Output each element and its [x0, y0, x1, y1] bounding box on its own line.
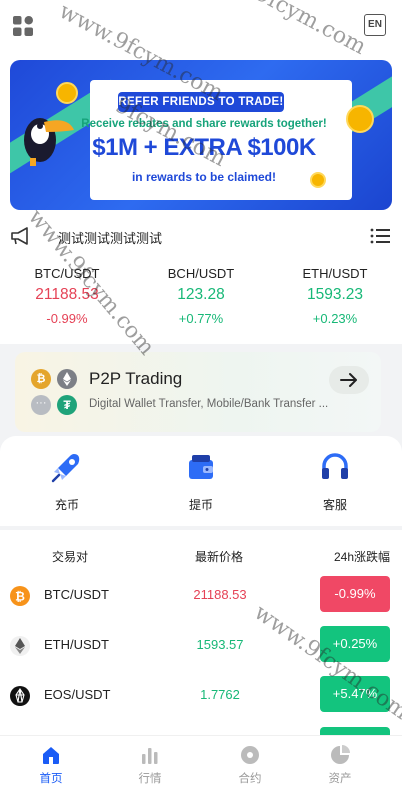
- arrow-right-icon[interactable]: [329, 366, 369, 394]
- home-icon: [43, 747, 59, 764]
- tab-market[interactable]: 行情: [100, 744, 200, 786]
- promo-banner[interactable]: REFER FRIENDS TO TRADE! Receive rebates …: [10, 60, 392, 210]
- eth-coin-icon: [57, 369, 77, 389]
- row-pair: ETH/USDT: [44, 637, 109, 652]
- market-row[interactable]: ₿ BTC/USDT 21188.53 -0.99%: [0, 571, 402, 621]
- ticker-price: 1593.23: [306, 286, 364, 303]
- row-change-badge-partial: [320, 727, 390, 735]
- ticker-price: 123.28: [177, 286, 225, 303]
- tab-label: 行情: [138, 773, 162, 785]
- btc-icon: ₿: [10, 586, 30, 606]
- pie-icon: [331, 745, 350, 764]
- language-button[interactable]: EN: [364, 14, 386, 36]
- deposit-label: 充币: [54, 498, 79, 512]
- header-change: 24h涨跌幅: [334, 550, 391, 564]
- p2p-title: P2P Trading: [89, 369, 183, 388]
- ticker-pair: ETH/USDT: [302, 266, 368, 281]
- banner-section: REFER FRIENDS TO TRADE! Receive rebates …: [0, 52, 402, 218]
- megaphone-icon: [11, 227, 28, 245]
- p2p-subtitle: Digital Wallet Transfer, Mobile/Bank Tra…: [89, 398, 329, 410]
- row-pair: EOS/USDT: [44, 687, 111, 702]
- toucan-mascot-icon: [24, 118, 74, 166]
- eth-icon: [10, 636, 30, 656]
- notice-text: 测试测试测试测试: [58, 231, 163, 246]
- ticker-card[interactable]: BTC/USDT 21188.53 -0.99%: [0, 266, 134, 326]
- tab-home[interactable]: 首页: [1, 744, 101, 786]
- ticker-change: -0.99%: [46, 311, 88, 326]
- more-coin-icon: ···: [31, 395, 51, 415]
- row-pair: BTC/USDT: [44, 587, 109, 602]
- quick-actions: 充币 提币 客服: [0, 436, 402, 526]
- ticker-card[interactable]: BCH/USDT 123.28 +0.77%: [134, 266, 268, 326]
- row-change-badge: +5.47%: [320, 676, 390, 712]
- header-pair: 交易对: [52, 550, 89, 564]
- header-price: 最新价格: [195, 550, 244, 564]
- customer-service-label: 客服: [322, 498, 347, 512]
- list-icon[interactable]: [370, 227, 390, 245]
- market-row[interactable]: ETH/USDT 1593.57 +0.25%: [0, 621, 402, 671]
- eos-icon: [10, 686, 30, 706]
- banner-amount: $1M + EXTRA $100K: [92, 134, 316, 161]
- contract-icon: [241, 746, 259, 764]
- withdraw-label: 提币: [188, 498, 213, 512]
- row-change-badge: -0.99%: [320, 576, 390, 612]
- deposit-button[interactable]: 充币: [0, 450, 134, 513]
- banner-caption: in rewards to be claimed!: [131, 170, 277, 184]
- banner-subtitle: Receive rebates and share rewards togeth…: [81, 118, 327, 130]
- coin-icon: [346, 105, 374, 133]
- market-list: 交易对 最新价格 24h涨跌幅 ₿ BTC/USDT 21188.53 -0.9…: [0, 530, 402, 735]
- tab-label: 资产: [328, 773, 352, 785]
- rocket-icon: [51, 454, 80, 483]
- withdraw-button[interactable]: 提币: [134, 450, 268, 513]
- usdt-coin-icon: ₮: [57, 395, 77, 415]
- ticker-card[interactable]: ETH/USDT 1593.23 +0.23%: [268, 266, 402, 326]
- banner-headline: REFER FRIENDS TO TRADE!: [118, 92, 284, 112]
- ticker-pair: BTC/USDT: [34, 266, 100, 281]
- headset-icon: [322, 453, 348, 479]
- row-price: 1.7762: [200, 687, 240, 702]
- ticker-change: +0.23%: [312, 311, 358, 326]
- top-bar: EN: [0, 0, 402, 52]
- ticker-strip: BTC/USDT 21188.53 -0.99% BCH/USDT 123.28…: [0, 254, 402, 344]
- chart-icon: [142, 748, 158, 764]
- btc-coin-icon: ₿: [31, 369, 51, 389]
- tab-assets[interactable]: 资产: [290, 744, 390, 786]
- market-row[interactable]: EOS/USDT 1.7762 +5.47%: [0, 671, 402, 721]
- row-change-badge: +0.25%: [320, 626, 390, 662]
- row-price: 1593.57: [196, 637, 244, 652]
- apps-grid-icon[interactable]: [12, 15, 34, 37]
- row-price: 21188.53: [193, 587, 247, 602]
- ticker-price: 21188.53: [35, 286, 99, 303]
- tab-contract[interactable]: 合约: [200, 744, 300, 786]
- notice-bar[interactable]: 测试测试测试测试: [0, 218, 402, 254]
- customer-service-button[interactable]: 客服: [268, 450, 402, 513]
- ticker-change: +0.77%: [178, 311, 224, 326]
- tab-label: 合约: [238, 773, 262, 785]
- bottom-tab-bar: 首页 行情 合约 资产: [0, 735, 402, 799]
- svg-text:₿: ₿: [15, 590, 25, 604]
- tab-label: 首页: [39, 773, 63, 785]
- ticker-pair: BCH/USDT: [167, 266, 235, 281]
- wallet-icon: [189, 455, 213, 479]
- p2p-trading-card[interactable]: ₿ ··· ₮ P2P Trading Digital Wallet Trans…: [15, 352, 381, 432]
